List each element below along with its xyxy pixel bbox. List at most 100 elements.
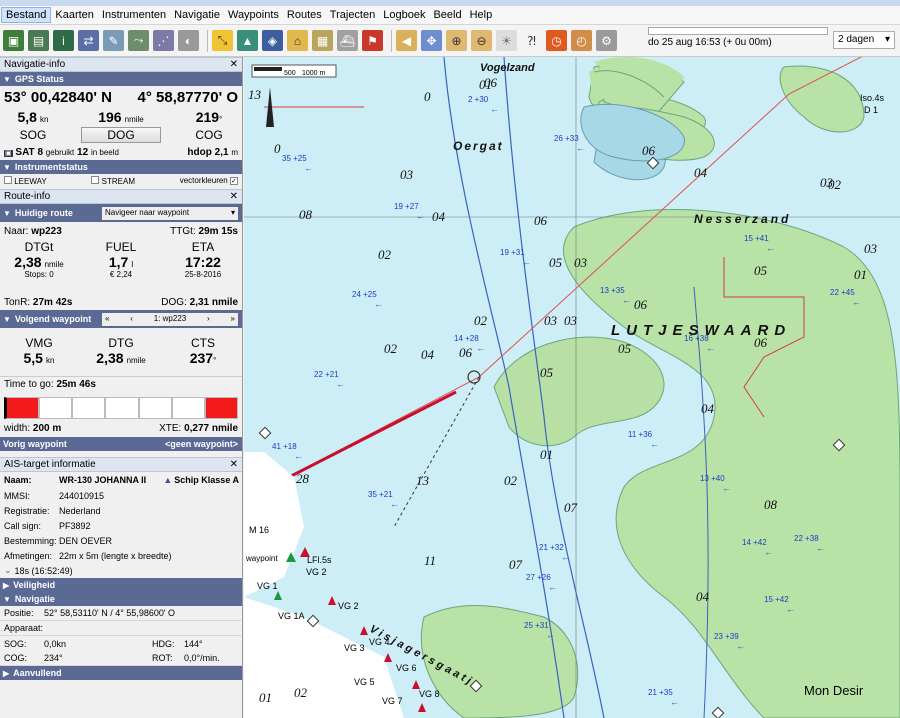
- chart-icon[interactable]: ▲: [237, 30, 258, 51]
- current-arrow-icon: ←: [390, 499, 399, 509]
- eta-box: ETA 17:22 25-8-2016: [168, 240, 238, 279]
- current-label: 15 +42: [764, 595, 789, 604]
- sat-text: SAT 8: [15, 146, 44, 158]
- connect-icon[interactable]: ⇄: [78, 30, 99, 51]
- prev-arrow-icon[interactable]: ‹: [130, 314, 133, 325]
- time-track[interactable]: [648, 27, 828, 35]
- days-select[interactable]: 2 dagen ▾: [833, 31, 895, 49]
- prev-arrows[interactable]: «: [105, 314, 109, 325]
- prev-waypoint-header[interactable]: Vorig waypoint <geen waypoint>: [0, 437, 242, 451]
- dog-button[interactable]: DOG: [81, 127, 161, 143]
- settings-icon[interactable]: ⚙: [596, 30, 617, 51]
- xte-value: 0,277 nmile: [184, 422, 238, 434]
- current-route-label-wrap: ▼ Huidige route: [3, 208, 73, 218]
- close-icon[interactable]: ✕: [230, 59, 238, 70]
- time-slider[interactable]: do 25 aug 16:53 (+ 0u 00m): [648, 27, 828, 48]
- ais-age-row: ⌄ 18s (16:52:49): [0, 563, 242, 578]
- extra-header[interactable]: ▶ Aanvullend: [0, 666, 242, 680]
- moon-icon[interactable]: ◐: [178, 30, 199, 51]
- xte-bar-left: [4, 397, 40, 419]
- nautical-chart[interactable]: 500 1000 m Vogelzand Oergat Nesserzand L…: [244, 57, 900, 718]
- triangle-icon: ▼: [3, 209, 11, 218]
- zoom-out-icon[interactable]: ⊖: [471, 30, 492, 51]
- dog-info: DOG: 2,31 nmile: [161, 297, 238, 308]
- menu-logboek[interactable]: Logboek: [379, 8, 429, 22]
- gps-icon[interactable]: ▣: [3, 30, 24, 51]
- pencil-icon[interactable]: ✎: [103, 30, 124, 51]
- ais-device-row: Apparaat:: [0, 621, 242, 636]
- stream-toggle[interactable]: STREAM: [91, 175, 135, 186]
- label-vg6: VG 6: [396, 663, 417, 673]
- vectorcolors-label: vectorkleuren: [179, 176, 228, 185]
- menu-instrumenten[interactable]: Instrumenten: [98, 8, 170, 22]
- hdop-unit: m: [231, 147, 238, 157]
- tonr-label: TonR:: [4, 296, 31, 308]
- sound-icon[interactable]: ◀: [396, 30, 417, 51]
- history-icon[interactable]: ◴: [571, 30, 592, 51]
- ship-icon: ▲: [163, 475, 173, 485]
- safety-header[interactable]: ▶ Veiligheid: [0, 578, 242, 592]
- depth-label: 03: [564, 313, 578, 328]
- menu-trajecten[interactable]: Trajecten: [326, 8, 379, 22]
- layers-icon[interactable]: ▦: [312, 30, 333, 51]
- cts-box: CTS 237°: [168, 336, 238, 366]
- menu-help[interactable]: Help: [466, 8, 497, 22]
- triangle-icon: ▼: [3, 162, 11, 172]
- depth-label: 03: [400, 167, 414, 182]
- current-label: 26 +33: [554, 134, 579, 143]
- vectorcolors-checkbox[interactable]: ✓: [230, 177, 238, 185]
- ais-cog-label: COG:: [4, 653, 28, 663]
- current-label: 16 +38: [684, 334, 709, 343]
- close-icon[interactable]: ✕: [230, 459, 238, 470]
- dist-value: 196: [98, 109, 122, 125]
- width-value: 200 m: [32, 422, 62, 434]
- zoom-in-icon[interactable]: ⊕: [446, 30, 467, 51]
- current-label: 14 +28: [454, 334, 479, 343]
- clock-icon[interactable]: ◷: [546, 30, 567, 51]
- cts-label: CTS: [191, 336, 215, 350]
- leeway-toggle[interactable]: LEEWAY: [4, 175, 47, 186]
- lightbulb-icon[interactable]: ☀: [496, 30, 517, 51]
- menu-beeld[interactable]: Beeld: [429, 8, 465, 22]
- leeway-checkbox[interactable]: [4, 175, 12, 184]
- pan-icon[interactable]: ✥: [421, 30, 442, 51]
- gps-status-header[interactable]: ▼ GPS Status: [0, 72, 242, 86]
- speed-row: 5,8 kn 196 nmile 219°: [0, 108, 242, 126]
- eta-value: 17:22: [185, 254, 221, 270]
- chart-canvas[interactable]: 500 1000 m Vogelzand Oergat Nesserzand L…: [244, 57, 900, 718]
- current-arrow-icon: ←: [852, 297, 861, 307]
- track-icon[interactable]: ⋰: [153, 30, 174, 51]
- instrument-status-header[interactable]: ▼ Instrumentstatus: [0, 160, 242, 174]
- current-arrow-icon: ←: [622, 295, 631, 305]
- triangle-icon: ▼: [3, 74, 11, 84]
- compass-icon[interactable]: ◈: [262, 30, 283, 51]
- menu-kaarten[interactable]: Kaarten: [51, 8, 98, 22]
- tag-icon[interactable]: ⌂: [287, 30, 308, 51]
- sensor-icon[interactable]: ▤: [28, 30, 49, 51]
- close-icon[interactable]: ✕: [230, 191, 238, 202]
- current-route-select[interactable]: Navigeer naar waypoint ▾: [102, 206, 238, 220]
- bracket-icon[interactable]: ⁈: [521, 30, 542, 51]
- next-arrows[interactable]: »: [231, 314, 235, 325]
- depth-label: 06: [754, 335, 768, 350]
- menu-waypoints[interactable]: Waypoints: [224, 8, 283, 22]
- menu-routes[interactable]: Routes: [283, 8, 326, 22]
- boat-icon[interactable]: ⛴: [337, 30, 358, 51]
- flag-icon[interactable]: ⚑: [362, 30, 383, 51]
- menu-navigatie[interactable]: Navigatie: [170, 8, 224, 22]
- vectorcolors-toggle[interactable]: vectorkleuren ✓: [180, 176, 238, 185]
- route-icon[interactable]: ⤳: [128, 30, 149, 51]
- menu-bestand[interactable]: Bestand: [1, 7, 52, 23]
- navigation-header[interactable]: ▼ Navigatie: [0, 592, 242, 606]
- info-icon[interactable]: i: [53, 30, 74, 51]
- vmg-value: 5,5: [23, 350, 43, 366]
- fuel-unit: l: [131, 260, 134, 269]
- current-label: 15 +41: [744, 234, 769, 243]
- ais-detail-value: 244010915: [59, 490, 105, 501]
- next-wp-select[interactable]: « ‹ 1: wp223 › »: [102, 312, 238, 326]
- chevron-down-icon[interactable]: ⌄: [4, 565, 12, 576]
- next-arrow-icon[interactable]: ›: [207, 314, 210, 325]
- vmg-unit: kn: [46, 356, 55, 365]
- measure-icon[interactable]: ⤡: [212, 30, 233, 51]
- stream-checkbox[interactable]: [91, 175, 100, 184]
